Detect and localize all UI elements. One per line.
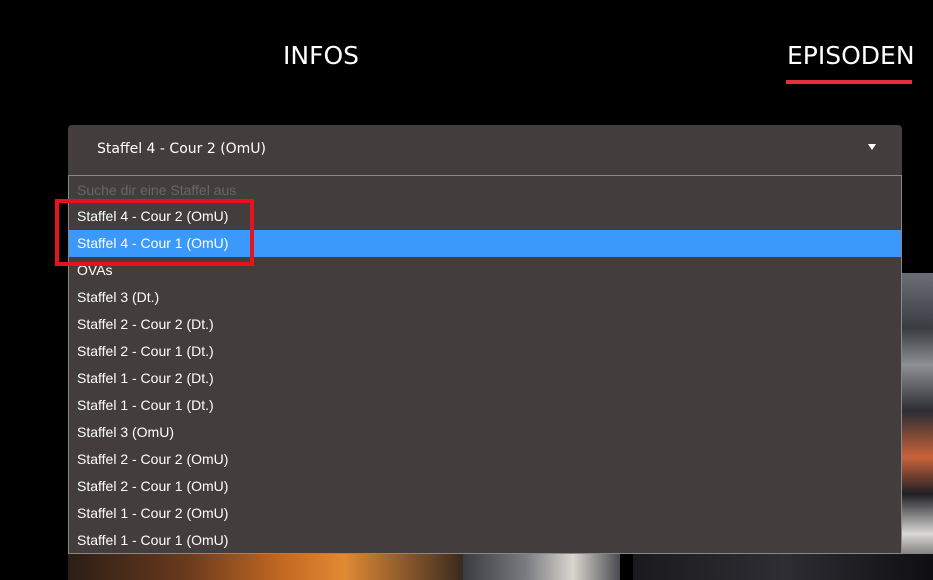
season-option[interactable]: Staffel 1 - Cour 2 (OmU) — [69, 500, 901, 527]
season-option[interactable]: Staffel 3 (Dt.) — [69, 284, 901, 311]
season-search-input[interactable]: Suche dir eine Staffel aus — [77, 182, 236, 198]
season-option[interactable]: Staffel 1 - Cour 2 (Dt.) — [69, 365, 901, 392]
season-option[interactable]: Staffel 2 - Cour 2 (Dt.) — [69, 311, 901, 338]
episode-thumbnail[interactable] — [633, 554, 933, 580]
season-option[interactable]: Staffel 2 - Cour 2 (OmU) — [69, 446, 901, 473]
season-option[interactable]: Staffel 2 - Cour 1 (OmU) — [69, 473, 901, 500]
episode-thumbnail[interactable] — [900, 273, 933, 580]
season-option[interactable]: Staffel 4 - Cour 1 (OmU) — [69, 230, 901, 257]
episodes-page: INFOS EPISODEN Staffel 4 - Cour 2 (OmU) … — [0, 0, 933, 580]
season-option[interactable]: Staffel 3 (OmU) — [69, 419, 901, 446]
tab-infos[interactable]: INFOS — [283, 40, 359, 72]
episode-thumbnail[interactable] — [68, 554, 463, 580]
season-option[interactable]: Staffel 4 - Cour 2 (OmU) — [69, 203, 901, 230]
tab-episoden[interactable]: EPISODEN — [787, 40, 915, 72]
season-select[interactable]: Staffel 4 - Cour 2 (OmU) — [68, 125, 902, 175]
season-option[interactable]: Staffel 1 - Cour 1 (Dt.) — [69, 392, 901, 419]
season-option-list: Staffel 4 - Cour 2 (OmU) Staffel 4 - Cour… — [69, 203, 901, 554]
season-dropdown: Suche dir eine Staffel aus Staffel 4 - C… — [68, 175, 902, 554]
season-select-value: Staffel 4 - Cour 2 (OmU) — [97, 141, 267, 157]
season-option[interactable]: OVAs — [69, 257, 901, 284]
season-option[interactable]: Staffel 1 - Cour 1 (OmU) — [69, 527, 901, 554]
active-tab-indicator — [786, 80, 912, 84]
episode-thumbnail[interactable] — [463, 554, 620, 580]
season-option[interactable]: Staffel 2 - Cour 1 (Dt.) — [69, 338, 901, 365]
caret-down-icon — [868, 144, 876, 150]
